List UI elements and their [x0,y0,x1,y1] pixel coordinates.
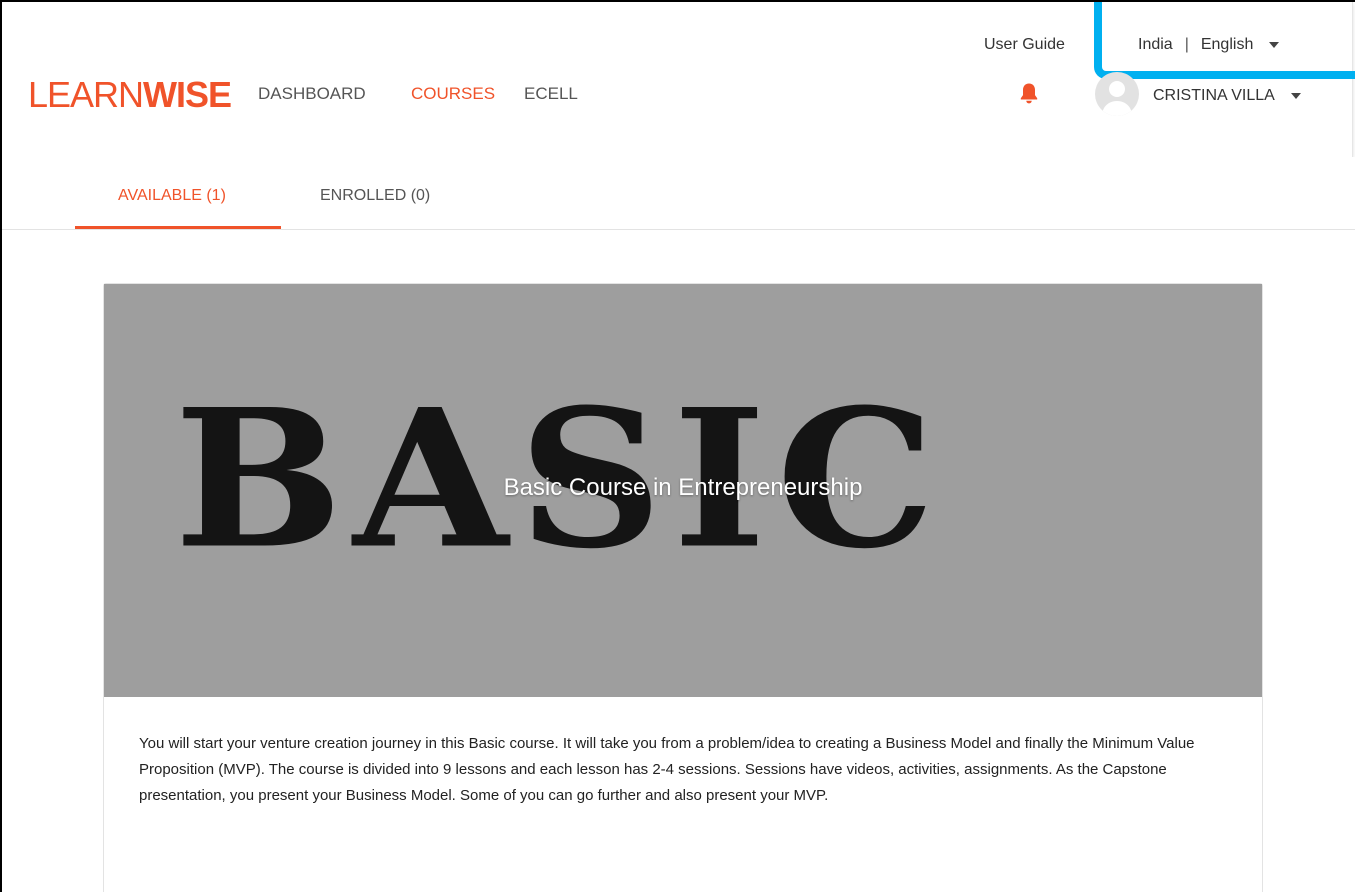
avatar-silhouette-icon [1102,81,1132,116]
tab-enrolled[interactable]: ENROLLED (0) [320,187,430,205]
logo-prefix: LEARN [28,74,144,115]
learnwise-logo[interactable]: LEARNWISE [28,74,232,115]
course-card[interactable]: BASIC Basic Course in Entrepreneurship Y… [103,283,1263,892]
locale-selector[interactable]: India | English [1138,36,1280,54]
nav-courses[interactable]: COURSES [411,85,495,102]
tab-available[interactable]: AVAILABLE (1) [118,187,226,205]
course-hero-image[interactable]: BASIC Basic Course in Entrepreneurship [104,284,1262,697]
locale-separator: | [1184,36,1189,53]
bell-icon[interactable] [1019,82,1039,104]
course-tabs: AVAILABLE (1) ENROLLED (0) [2,157,1355,230]
chevron-down-icon [1269,42,1280,48]
locale-language: English [1200,36,1254,53]
user-name: CRISTINA VILLA [1153,87,1275,104]
course-title[interactable]: Basic Course in Entrepreneurship [104,474,1262,502]
logo-suffix: WISE [143,74,232,115]
chevron-down-icon [1290,93,1301,99]
user-guide-link[interactable]: User Guide [984,36,1065,54]
user-avatar-icon[interactable] [1095,72,1139,116]
course-description: You will start your venture creation jou… [139,735,1195,804]
nav-ecell[interactable]: ECELL [524,85,578,102]
nav-dashboard[interactable]: DASHBOARD [258,85,366,102]
active-tab-indicator [75,226,281,229]
locale-country: India [1138,36,1173,53]
user-menu[interactable]: CRISTINA VILLA [1153,87,1301,105]
